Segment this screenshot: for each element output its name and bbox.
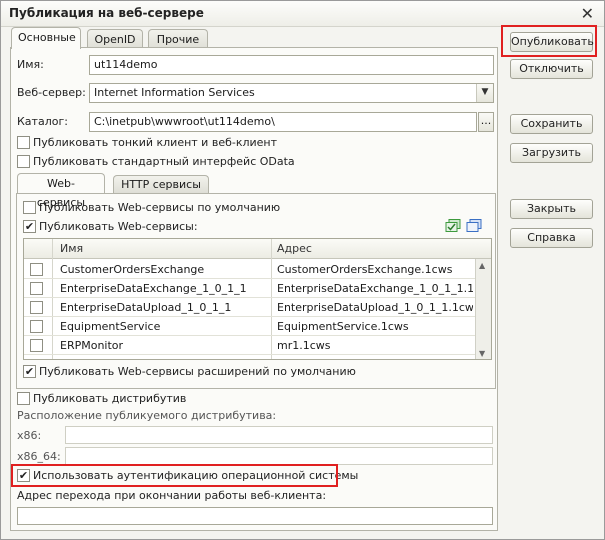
row-address: EnterpriseDataExchange_1_0_1_1.1cws — [277, 282, 473, 295]
save-button[interactable]: Сохранить — [510, 114, 593, 134]
thin-client-label: Публиковать тонкий клиент и веб-клиент — [33, 136, 278, 149]
tab-label: Основные — [18, 31, 76, 44]
tab-main[interactable]: Основные — [11, 27, 81, 49]
row-name: EquipmentService — [60, 320, 161, 333]
row-address: CustomerOrdersExchange.1cws — [277, 263, 453, 276]
uncheck-all-icon[interactable] — [466, 219, 482, 233]
row-checkbox[interactable] — [30, 301, 43, 314]
row-name: EnterpriseDataExchange_1_0_1_1 — [60, 282, 247, 295]
x86-64-label: x86_64: — [17, 450, 61, 463]
publish-distrib-checkbox[interactable] — [17, 392, 30, 405]
chevron-down-icon[interactable]: ▼ — [476, 84, 493, 102]
close-button[interactable]: Закрыть — [510, 199, 593, 219]
publish-distrib-label: Публиковать дистрибутив — [33, 392, 187, 405]
table-row[interactable]: EnterpriseDataUpload_1_0_1_1 EnterpriseD… — [24, 298, 476, 317]
load-button[interactable]: Загрузить — [510, 143, 593, 163]
row-checkbox[interactable] — [30, 320, 43, 333]
publish-webservices-label: Публиковать Web-сервисы: — [39, 220, 198, 233]
tab-other[interactable]: Прочие — [148, 29, 208, 49]
help-button[interactable]: Справка — [510, 228, 593, 248]
row-checkbox[interactable] — [30, 263, 43, 276]
check-all-icon[interactable] — [445, 219, 461, 233]
unpublish-button[interactable]: Отключить — [510, 59, 593, 79]
x86-64-field[interactable] — [65, 447, 493, 465]
tab-web-services[interactable]: Web-сервисы — [17, 173, 105, 209]
ext-webservices-label: Публиковать Web-сервисы расширений по ум… — [39, 365, 356, 378]
ext-webservices-checkbox[interactable]: ✔ — [23, 365, 36, 378]
row-name: CustomerOrdersExchange — [60, 263, 205, 276]
column-header-address[interactable]: Адрес — [277, 242, 312, 255]
publish-dialog: Публикация на веб-сервере ✕ Основные Ope… — [0, 0, 605, 540]
table-row[interactable]: CustomerOrdersExchange CustomerOrdersExc… — [24, 260, 476, 279]
tab-label: HTTP сервисы — [121, 178, 201, 191]
table-header: Имя Адрес — [24, 239, 491, 259]
column-header-name[interactable]: Имя — [60, 242, 83, 255]
tab-label: Web-сервисы — [36, 177, 86, 209]
catalog-field[interactable]: C:\inetpub\wwwroot\ut114demo\ — [89, 112, 477, 132]
exit-url-label: Адрес перехода при окончании работы веб-… — [17, 489, 327, 502]
tab-label: OpenID — [94, 33, 136, 46]
web-server-value: Internet Information Services — [94, 86, 255, 99]
distrib-location-label: Расположение публикуемого дистрибутива: — [17, 409, 277, 422]
publish-webservices-checkbox[interactable]: ✔ — [23, 220, 36, 233]
row-address: mr1.1cws — [277, 339, 331, 352]
row-checkbox[interactable] — [30, 339, 43, 352]
publish-button[interactable]: Опубликовать — [510, 32, 594, 52]
scroll-down-icon[interactable]: ▼ — [479, 349, 485, 358]
scroll-up-icon[interactable]: ▲ — [479, 261, 485, 270]
window-title: Публикация на веб-сервере — [9, 6, 204, 20]
table-scrollbar[interactable]: ▲ ▼ — [475, 259, 491, 359]
tab-http-services[interactable]: HTTP сервисы — [113, 175, 209, 193]
x86-label: x86: — [17, 429, 42, 442]
catalog-label: Каталог: — [17, 115, 68, 128]
thin-client-checkbox[interactable] — [17, 136, 30, 149]
name-label: Имя: — [17, 58, 44, 71]
title-bar: Публикация на веб-сервере ✕ — [1, 1, 604, 27]
browse-button[interactable]: ... — [478, 112, 494, 132]
exit-url-field[interactable] — [17, 507, 493, 525]
os-auth-checkbox[interactable]: ✔ — [17, 469, 30, 482]
table-row[interactable]: EnterpriseDataExchange_1_0_1_1 Enterpris… — [24, 279, 476, 298]
row-checkbox[interactable] — [30, 282, 43, 295]
row-address: EnterpriseDataUpload_1_0_1_1.1cws — [277, 301, 473, 314]
table-row[interactable]: ERPMonitor mr1.1cws — [24, 336, 476, 355]
row-address: EquipmentService.1cws — [277, 320, 409, 333]
row-name: EnterpriseDataUpload_1_0_1_1 — [60, 301, 232, 314]
tab-label: Прочие — [156, 33, 200, 46]
table-row[interactable]: EquipmentService EquipmentService.1cws — [24, 317, 476, 336]
x86-field[interactable] — [65, 426, 493, 444]
default-webservices-checkbox[interactable] — [23, 201, 36, 214]
webservices-table: Имя Адрес CustomerOrdersExchange Custome… — [23, 238, 492, 360]
odata-checkbox[interactable] — [17, 155, 30, 168]
web-server-label: Веб-сервер: — [17, 86, 86, 99]
row-name: ERPMonitor — [60, 339, 124, 352]
close-icon[interactable]: ✕ — [581, 4, 594, 23]
name-field[interactable]: ut114demo — [89, 55, 494, 75]
tab-openid[interactable]: OpenID — [87, 29, 143, 49]
odata-label: Публиковать стандартный интерфейс OData — [33, 155, 295, 168]
os-auth-label: Использовать аутентификацию операционной… — [33, 469, 359, 482]
web-server-select[interactable]: Internet Information Services ▼ — [89, 83, 494, 103]
